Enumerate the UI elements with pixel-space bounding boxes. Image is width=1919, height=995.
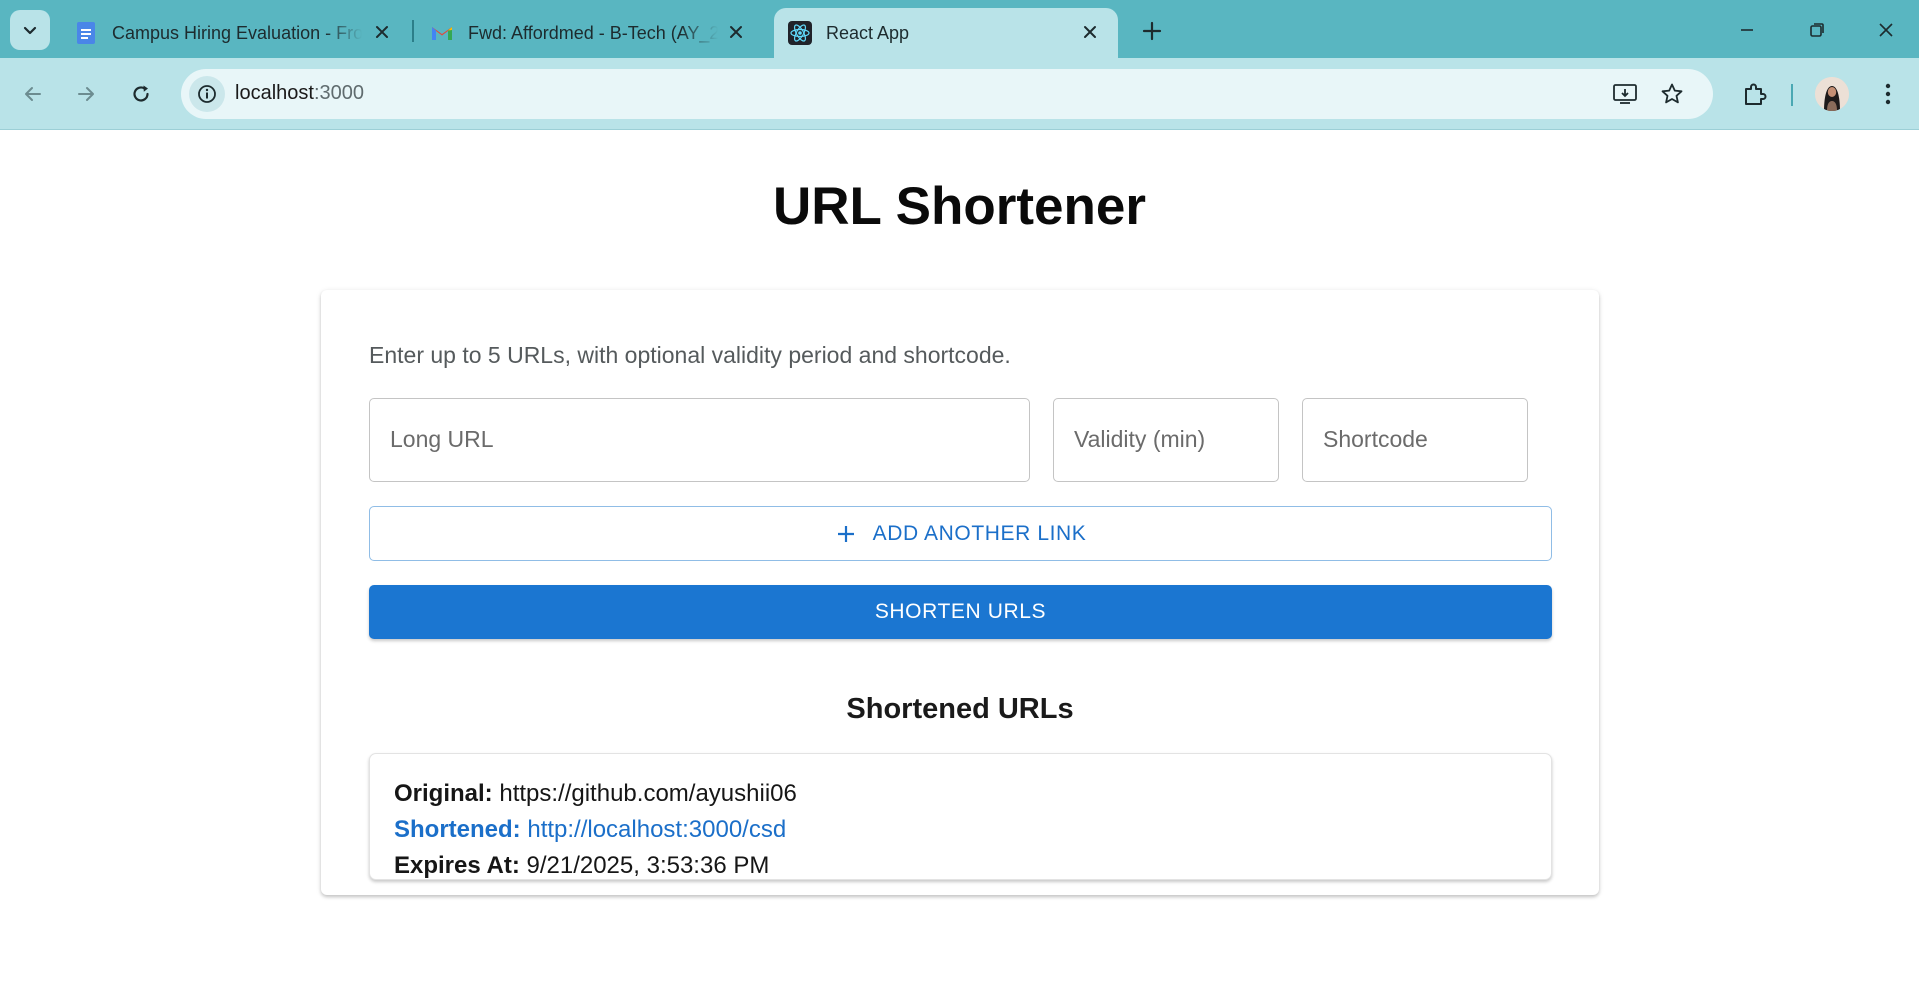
puzzle-icon bbox=[1745, 83, 1767, 105]
shorten-urls-button[interactable]: SHORTEN URLS bbox=[369, 585, 1552, 639]
close-icon[interactable] bbox=[1078, 20, 1102, 44]
toolbar-divider bbox=[1791, 84, 1793, 106]
info-icon bbox=[198, 85, 216, 103]
tab-title: Fwd: Affordmed - B-Tech (AY_2( bbox=[468, 22, 718, 43]
shortcode-input[interactable]: Shortcode bbox=[1302, 398, 1528, 482]
shortened-row: Shortened: http://localhost:3000/csd bbox=[394, 816, 786, 844]
reload-icon bbox=[133, 85, 149, 102]
restore-button[interactable] bbox=[1797, 10, 1837, 50]
tab-campus-hiring[interactable]: Campus Hiring Evaluation - Fro bbox=[60, 8, 410, 58]
tab-separator bbox=[412, 20, 414, 42]
url-host: localhost bbox=[235, 82, 314, 104]
close-window-button[interactable] bbox=[1866, 10, 1906, 50]
expires-row: Expires At: 9/21/2025, 3:53:36 PM bbox=[394, 852, 769, 880]
minimize-icon bbox=[1741, 29, 1753, 31]
long-url-placeholder: Long URL bbox=[390, 426, 494, 452]
back-button[interactable] bbox=[13, 74, 53, 114]
restore-icon bbox=[1810, 23, 1824, 37]
original-row: Original: https://github.com/ayushii06 bbox=[394, 780, 797, 808]
arrow-left-icon bbox=[25, 87, 41, 101]
validity-input[interactable]: Validity (min) bbox=[1053, 398, 1279, 482]
reload-button[interactable] bbox=[121, 74, 161, 114]
validity-placeholder: Validity (min) bbox=[1074, 426, 1206, 452]
close-icon[interactable] bbox=[724, 20, 748, 44]
shortcode-placeholder: Shortcode bbox=[1323, 426, 1428, 452]
chevron-down-icon bbox=[23, 26, 37, 35]
more-vert-icon bbox=[1885, 83, 1891, 105]
address-bar[interactable]: localhost:3000 bbox=[181, 69, 1713, 119]
plus-icon bbox=[835, 523, 857, 545]
long-url-input[interactable]: Long URL bbox=[369, 398, 1030, 482]
tab-gmail[interactable]: Fwd: Affordmed - B-Tech (AY_2( bbox=[416, 8, 764, 58]
minimize-button[interactable] bbox=[1727, 10, 1767, 50]
add-another-link-label: ADD ANOTHER LINK bbox=[872, 521, 1087, 545]
bookmark-button[interactable] bbox=[1656, 78, 1688, 110]
react-icon bbox=[788, 21, 812, 45]
expires-label: Expires At: bbox=[394, 852, 520, 879]
site-info-button[interactable] bbox=[189, 76, 225, 112]
tab-title: Campus Hiring Evaluation - Fro bbox=[112, 22, 362, 43]
original-label: Original: bbox=[394, 780, 493, 807]
star-icon bbox=[1661, 83, 1683, 104]
original-url: https://github.com/ayushii06 bbox=[499, 780, 797, 807]
new-tab-button[interactable] bbox=[1136, 15, 1168, 47]
result-card: Original: https://github.com/ayushii06 S… bbox=[369, 753, 1552, 880]
shorten-urls-label: SHORTEN URLS bbox=[874, 600, 1047, 623]
shortened-url-link[interactable]: http://localhost:3000/csd bbox=[527, 816, 786, 843]
gmail-icon bbox=[430, 21, 454, 45]
url-port: :3000 bbox=[313, 82, 364, 104]
page-content: URL Shortener Enter up to 5 URLs, with o… bbox=[0, 131, 1919, 995]
install-app-button[interactable] bbox=[1609, 78, 1641, 110]
google-docs-icon bbox=[74, 21, 98, 45]
results-heading: Shortened URLs bbox=[846, 693, 1074, 725]
extensions-button[interactable] bbox=[1735, 74, 1775, 114]
avatar[interactable] bbox=[1815, 77, 1849, 111]
plus-icon bbox=[1142, 21, 1162, 41]
browser-menu-button[interactable] bbox=[1868, 74, 1908, 114]
tab-title: React App bbox=[826, 22, 910, 43]
tab-react-app[interactable]: React App bbox=[774, 8, 1118, 58]
expires-value: 9/21/2025, 3:53:36 PM bbox=[526, 852, 770, 879]
add-another-link-button[interactable]: ADD ANOTHER LINK bbox=[369, 506, 1552, 561]
instructions-text: Enter up to 5 URLs, with optional validi… bbox=[369, 342, 1011, 368]
install-app-icon bbox=[1613, 84, 1637, 104]
browser-toolbar: localhost:3000 bbox=[0, 58, 1919, 130]
close-icon bbox=[1879, 23, 1893, 37]
tab-strip: Campus Hiring Evaluation - Fro Fwd: Affo… bbox=[0, 0, 1919, 58]
profile-avatar-icon bbox=[1815, 77, 1849, 111]
url-text[interactable]: localhost:3000 bbox=[235, 82, 364, 105]
forward-button[interactable] bbox=[66, 74, 106, 114]
shortened-label: Shortened: bbox=[394, 816, 521, 843]
arrow-right-icon bbox=[78, 87, 94, 101]
tab-search-button[interactable] bbox=[10, 10, 50, 50]
page-title: URL Shortener bbox=[772, 177, 1147, 236]
shortener-form-card: Enter up to 5 URLs, with optional validi… bbox=[321, 290, 1599, 895]
close-icon[interactable] bbox=[370, 20, 394, 44]
